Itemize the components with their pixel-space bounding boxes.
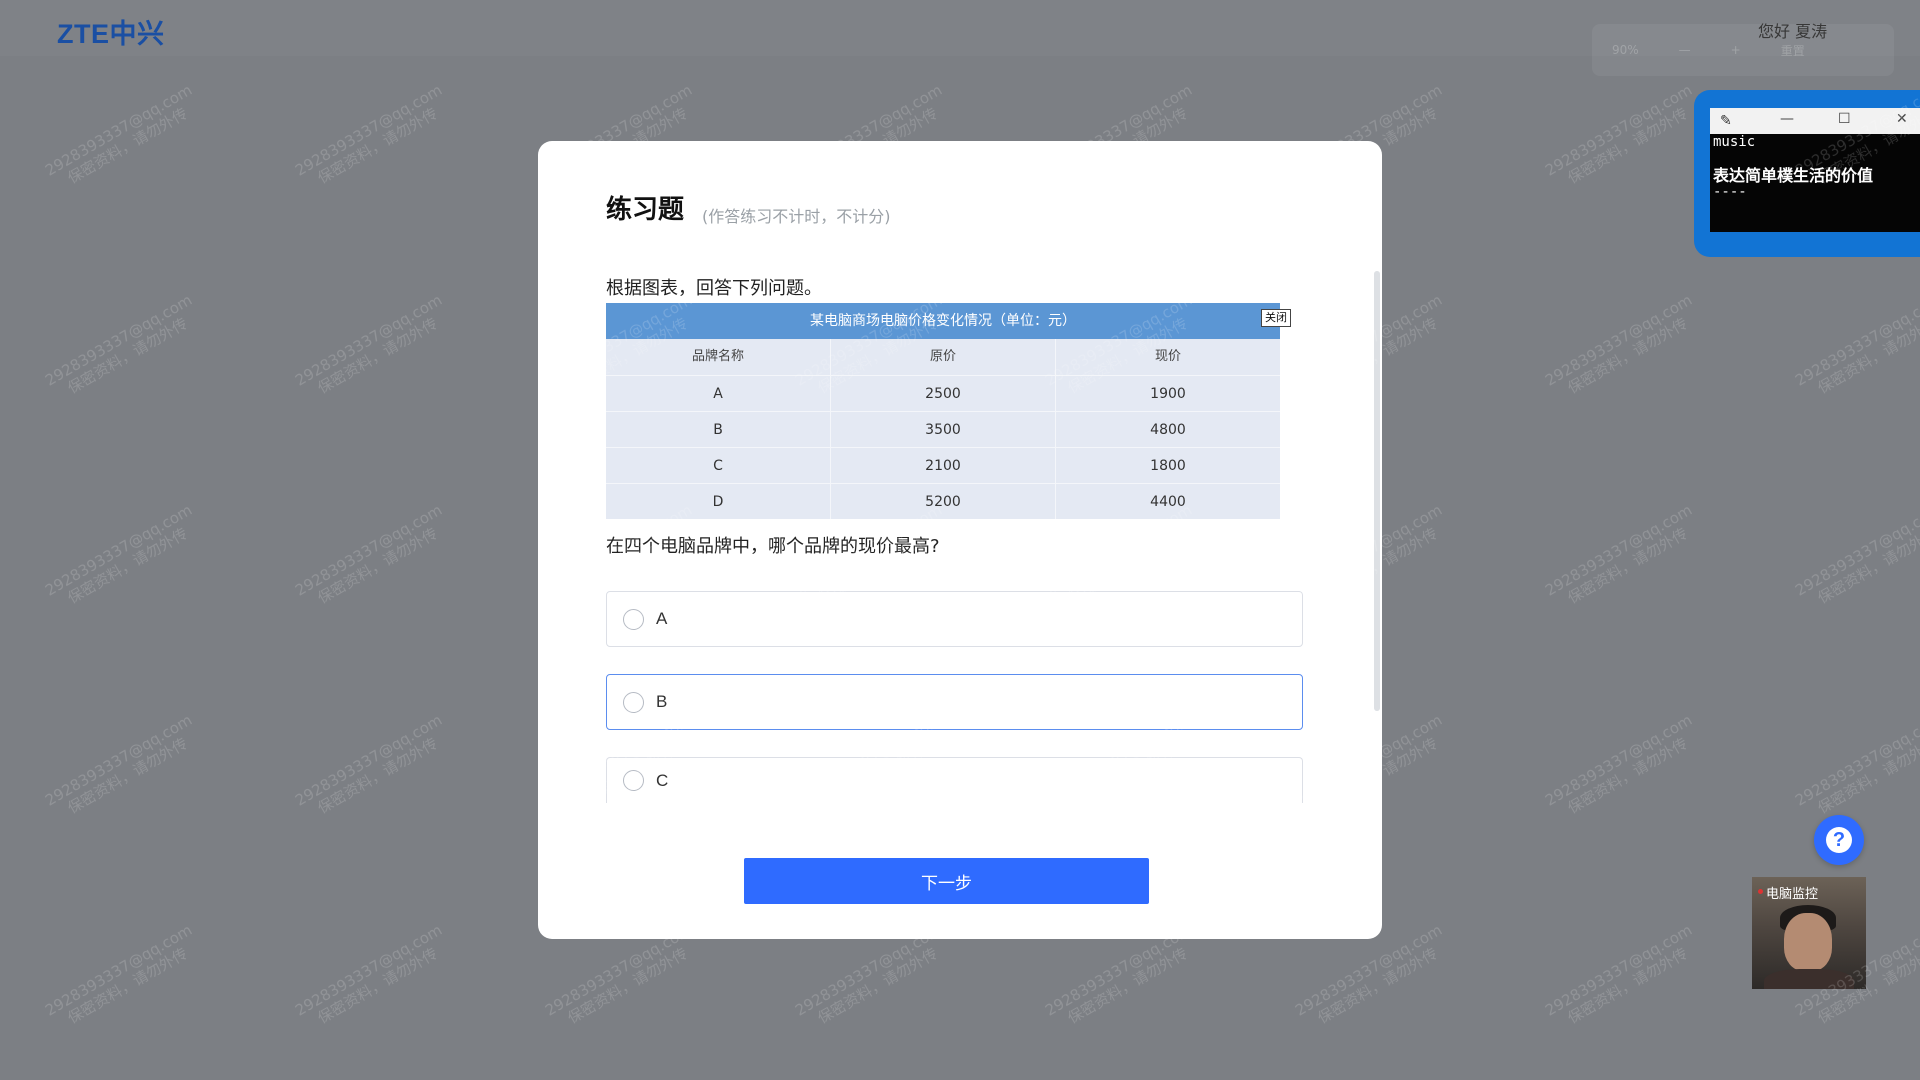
table-cell: 2500 [831, 376, 1056, 411]
table-row: C 2100 1800 [606, 447, 1280, 483]
popup-titlebar[interactable]: ✎ — ☐ ✕ [1710, 108, 1920, 134]
watermark-text: 2928393337@qq.com保密资料，请勿外传 [1542, 710, 1696, 818]
option-a[interactable]: A [606, 591, 1303, 647]
minimize-icon[interactable]: — [1780, 111, 1794, 127]
maximize-icon[interactable]: ☐ [1838, 111, 1851, 127]
zte-logo: ZTE中兴 [57, 19, 165, 49]
modal-scrollbar[interactable] [1374, 271, 1380, 711]
watermark-text: 2928393337@qq.com保密资料，请勿外传 [1542, 80, 1696, 188]
table-header-row: 品牌名称 原价 现价 [606, 339, 1280, 375]
watermark-text: 2928393337@qq.com保密资料，请勿外传 [292, 500, 446, 608]
watermark-text: 2928393337@qq.com保密资料，请勿外传 [42, 500, 196, 608]
price-table: 某电脑商场电脑价格变化情况（单位：元） 关闭 品牌名称 原价 现价 A 2500… [606, 303, 1291, 519]
table-cell: B [606, 412, 831, 447]
zoom-toolbar: 90% — + 重置 [1592, 24, 1894, 76]
table-cell: 2100 [831, 448, 1056, 483]
watermark-text: 2928393337@qq.com保密资料，请勿外传 [292, 920, 446, 1028]
option-c[interactable]: C [606, 757, 1303, 803]
watermark-text: 2928393337@qq.com保密资料，请勿外传 [42, 710, 196, 818]
camera-person-face [1784, 913, 1832, 971]
table-cell: A [606, 376, 831, 411]
option-label: A [656, 609, 668, 628]
modal-title: 练习题 [606, 194, 685, 224]
option-label: B [656, 692, 668, 711]
webcam-preview[interactable]: 电脑监控 [1752, 877, 1866, 989]
practice-modal: 练习题 (作答练习不计时，不计分) 根据图表，回答下列问题。 某电脑商场电脑价格… [538, 141, 1382, 939]
table-cell: C [606, 448, 831, 483]
table-header-cell: 原价 [831, 339, 1056, 375]
table-cell: D [606, 484, 831, 519]
watermark-text: 2928393337@qq.com保密资料，请勿外传 [292, 80, 446, 188]
console-line: ---- [1713, 184, 1747, 200]
table-close-button[interactable]: 关闭 [1261, 309, 1291, 327]
zoom-reset-button[interactable]: 重置 [1781, 42, 1805, 59]
question-text: 在四个电脑品牌中，哪个品牌的现价最高? [606, 536, 940, 557]
table-cell: 1900 [1150, 386, 1186, 402]
table-cell: 4400 [1150, 494, 1186, 510]
zoom-in-button[interactable]: + [1731, 43, 1741, 57]
table-header-cell: 现价 [1154, 349, 1181, 364]
modal-subtitle: (作答练习不计时，不计分) [702, 207, 891, 226]
webcam-label: 电脑监控 [1766, 887, 1819, 902]
table-header-cell: 品牌名称 [606, 339, 831, 375]
table-cell: 5200 [831, 484, 1056, 519]
watermark-text: 2928393337@qq.com保密资料，请勿外传 [1542, 500, 1696, 608]
table-row: D 5200 4400 [606, 483, 1280, 519]
table-cell: 1800 [1150, 458, 1186, 474]
feather-icon: ✎ [1720, 113, 1732, 129]
close-icon[interactable]: ✕ [1896, 111, 1908, 127]
question-intro: 根据图表，回答下列问题。 [606, 278, 822, 299]
watermark-text: 2928393337@qq.com保密资料，请勿外传 [1792, 290, 1920, 398]
help-button[interactable]: ? [1814, 815, 1864, 865]
question-circle-icon: ? [1826, 827, 1852, 853]
table-row: B 3500 4800 [606, 411, 1280, 447]
watermark-text: 2928393337@qq.com保密资料，请勿外传 [42, 80, 196, 188]
watermark-text: 2928393337@qq.com保密资料，请勿外传 [1542, 920, 1696, 1028]
console-line: music [1713, 134, 1756, 150]
radio-icon[interactable] [623, 608, 644, 630]
option-b[interactable]: B [606, 674, 1303, 730]
watermark-text: 2928393337@qq.com保密资料，请勿外传 [1792, 500, 1920, 608]
radio-icon[interactable] [623, 691, 644, 713]
recording-dot-icon [1758, 889, 1763, 894]
watermark-text: 2928393337@qq.com保密资料，请勿外传 [1542, 290, 1696, 398]
zoom-out-button[interactable]: — [1679, 43, 1691, 57]
next-step-button[interactable]: 下一步 [744, 858, 1149, 904]
modal-scrollbar-thumb[interactable] [1374, 271, 1380, 711]
table-cell: 3500 [831, 412, 1056, 447]
music-popup-window: ✎ — ☐ ✕ music 表达简单樸生活的价值 ---- [1694, 90, 1920, 257]
watermark-text: 2928393337@qq.com保密资料，请勿外传 [1792, 710, 1920, 818]
table-caption: 某电脑商场电脑价格变化情况（单位：元） [606, 303, 1280, 339]
watermark-text: 2928393337@qq.com保密资料，请勿外传 [42, 290, 196, 398]
option-label: C [656, 770, 669, 790]
table-row: A 2500 1900 [606, 375, 1280, 411]
camera-person-body [1764, 969, 1854, 989]
radio-icon[interactable] [623, 770, 644, 791]
table-cell: 4800 [1150, 422, 1186, 438]
watermark-text: 2928393337@qq.com保密资料，请勿外传 [292, 290, 446, 398]
watermark-text: 2928393337@qq.com保密资料，请勿外传 [292, 710, 446, 818]
watermark-text: 2928393337@qq.com保密资料，请勿外传 [42, 920, 196, 1028]
popup-console: music 表达简单樸生活的价值 ---- [1710, 134, 1920, 232]
console-line: 表达简单樸生活的价值 [1713, 166, 1874, 185]
zoom-level[interactable]: 90% [1612, 43, 1639, 57]
